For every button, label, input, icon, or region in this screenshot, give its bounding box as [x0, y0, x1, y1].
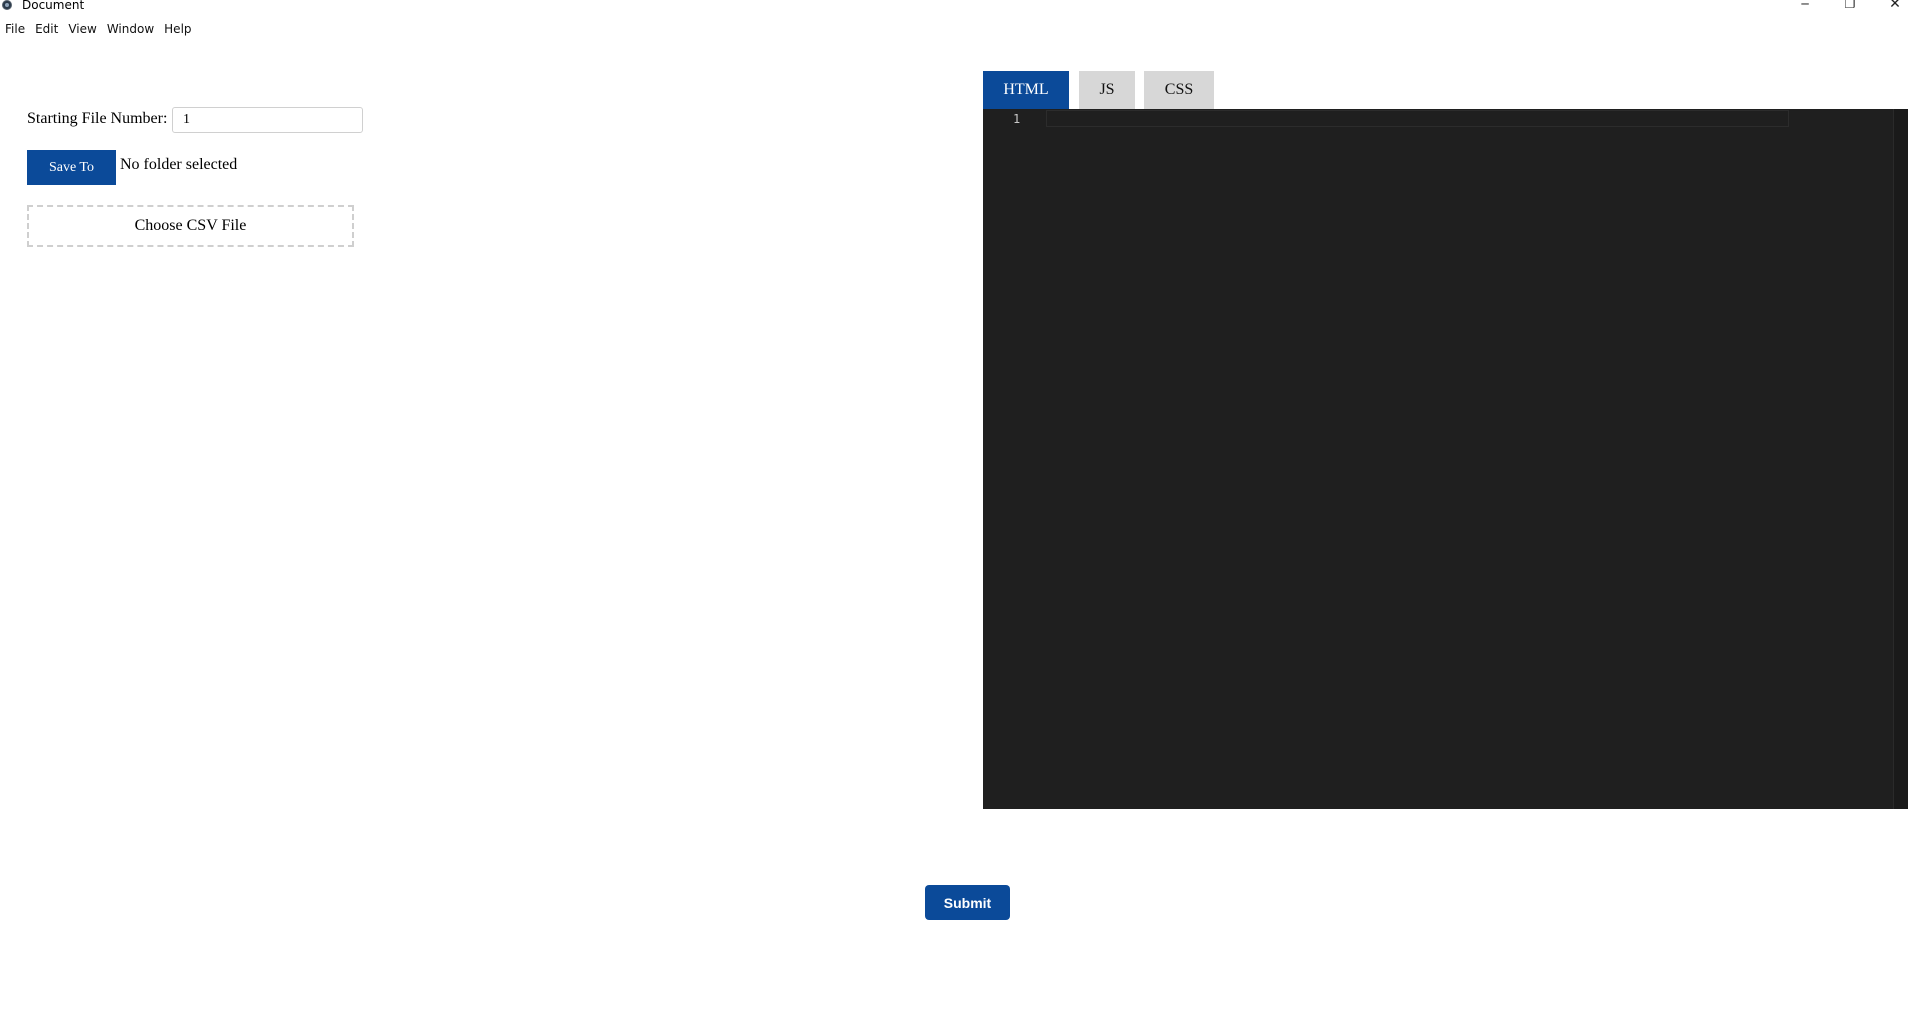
title-bar: Document ─ ❐ ✕ — [0, 0, 1913, 14]
starting-file-number-label: Starting File Number: — [27, 110, 168, 127]
tab-js[interactable]: JS — [1079, 71, 1135, 109]
menu-view[interactable]: View — [63, 20, 101, 38]
folder-status-text: No folder selected — [120, 156, 238, 173]
app-icon — [2, 0, 12, 10]
close-icon[interactable]: ✕ — [1880, 0, 1910, 11]
tab-js-label: JS — [1099, 81, 1115, 98]
tab-css-label: CSS — [1164, 81, 1194, 98]
current-line-highlight[interactable] — [1046, 110, 1789, 127]
editor-scrollbar[interactable] — [1893, 109, 1908, 809]
window-title: Document — [22, 0, 85, 12]
choose-csv-label: Choose CSV File — [134, 217, 247, 234]
tab-html[interactable]: HTML — [983, 71, 1069, 109]
submit-button[interactable]: Submit — [925, 885, 1010, 920]
code-editor[interactable]: 1 — [983, 109, 1908, 809]
line-number: 1 — [1013, 112, 1021, 126]
tab-html-label: HTML — [1003, 81, 1049, 98]
menu-file[interactable]: File — [0, 20, 30, 38]
tab-css[interactable]: CSS — [1144, 71, 1214, 109]
starting-file-number-input[interactable] — [172, 107, 363, 133]
minimize-icon[interactable]: ─ — [1790, 0, 1820, 11]
choose-csv-file-dropzone[interactable]: Choose CSV File — [27, 205, 354, 247]
menu-edit[interactable]: Edit — [30, 20, 63, 38]
menu-window[interactable]: Window — [102, 20, 159, 38]
save-to-button[interactable]: Save To — [27, 150, 116, 185]
restore-icon[interactable]: ❐ — [1835, 0, 1865, 11]
menu-help[interactable]: Help — [159, 20, 196, 38]
menu-bar: File Edit View Window Help — [0, 20, 197, 38]
